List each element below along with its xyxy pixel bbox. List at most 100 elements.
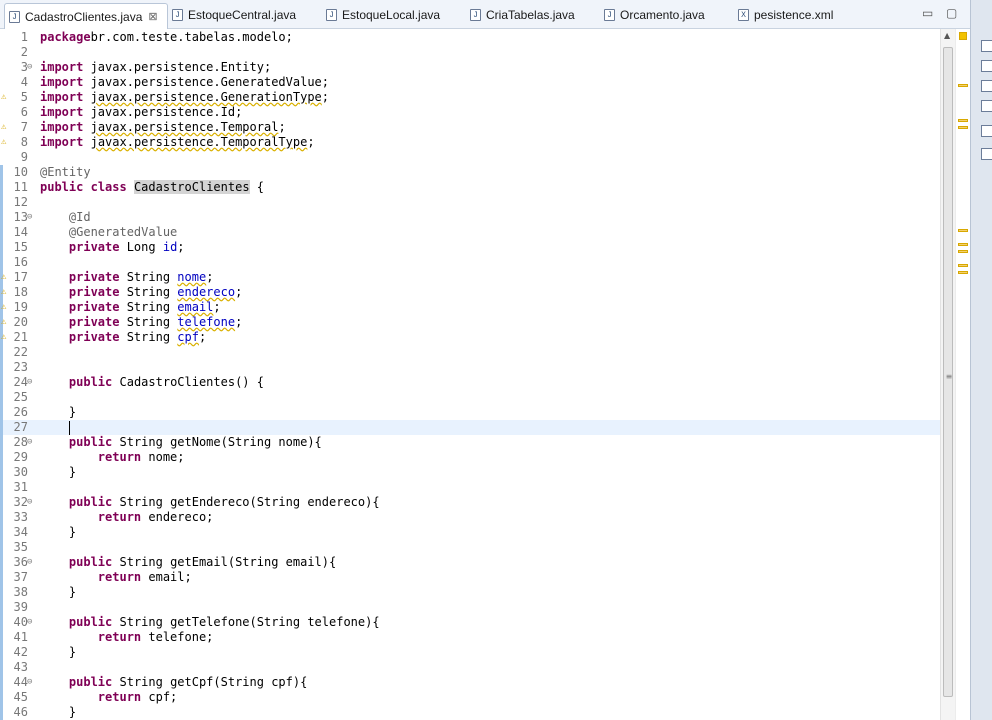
code-line[interactable]: ⚠ 8 import javax.persistence.TemporalType; bbox=[0, 135, 940, 150]
line-number: 33 bbox=[13, 510, 28, 524]
code-line[interactable]: 40 ⊖ public String getTelefone(String tel… bbox=[0, 615, 940, 630]
code-line[interactable]: 24 ⊖ public CadastroClientes() { bbox=[0, 375, 940, 390]
code-line[interactable]: 43 bbox=[0, 660, 940, 675]
fold-toggle-icon[interactable]: ⊖ bbox=[27, 495, 32, 510]
code-line[interactable]: 13 ⊖ @Id bbox=[0, 210, 940, 225]
code-text: packagebr.com.teste.tabelas.modelo; bbox=[40, 30, 293, 45]
code-line[interactable]: 46 } bbox=[0, 705, 940, 720]
code-text: @Entity bbox=[40, 165, 91, 180]
fold-toggle-icon[interactable]: ⊖ bbox=[27, 60, 32, 75]
tab-criatabelas-java[interactable]: J CriaTabelas.java bbox=[466, 3, 590, 27]
task-list-icon[interactable] bbox=[981, 80, 992, 92]
code-token: import bbox=[40, 75, 84, 89]
code-editor[interactable]: 1 packagebr.com.teste.tabelas.modelo; 2 3 ⊖ i… bbox=[0, 29, 955, 720]
tab-pesistence-xml[interactable]: Xpesistence.xml bbox=[734, 3, 848, 27]
fold-toggle-icon[interactable]: ⊖ bbox=[27, 675, 32, 690]
code-line[interactable]: ⚠ 5 import javax.persistence.GenerationTyp… bbox=[0, 90, 940, 105]
code-line[interactable]: 37 return email; bbox=[0, 570, 940, 585]
tab-label: EstoqueLocal.java bbox=[342, 8, 441, 22]
fold-toggle-icon[interactable]: ⊖ bbox=[27, 435, 32, 450]
code-line[interactable]: ⚠ 19 private String email; bbox=[0, 300, 940, 315]
warning-marker[interactable] bbox=[958, 243, 968, 246]
code-line[interactable]: ⚠ 18 private String endereco; bbox=[0, 285, 940, 300]
ant-view-icon[interactable] bbox=[981, 100, 992, 112]
code-line[interactable]: 31 bbox=[0, 480, 940, 495]
code-line[interactable]: 15 private Long id; bbox=[0, 240, 940, 255]
code-line[interactable]: 4 import javax.persistence.GeneratedValue… bbox=[0, 75, 940, 90]
code-line[interactable]: 33 return endereco; bbox=[0, 510, 940, 525]
warning-marker[interactable] bbox=[958, 229, 968, 232]
code-line[interactable]: 28 ⊖ public String getNome(String nome){ bbox=[0, 435, 940, 450]
warning-marker[interactable] bbox=[958, 84, 968, 87]
code-token: Long bbox=[119, 240, 163, 254]
code-line[interactable]: 6 import javax.persistence.Id; bbox=[0, 105, 940, 120]
hierarchy-view-icon[interactable] bbox=[981, 60, 992, 72]
code-text: private String email; bbox=[40, 300, 221, 315]
code-token: ; bbox=[177, 240, 185, 254]
vertical-scrollbar[interactable]: ▲ ≡ bbox=[940, 29, 956, 720]
code-line[interactable]: 32 ⊖ public String getEndereco(String end… bbox=[0, 495, 940, 510]
code-line[interactable]: 27 bbox=[0, 420, 940, 435]
code-line[interactable]: 9 bbox=[0, 150, 940, 165]
code-token: public bbox=[68, 495, 113, 509]
java-file-icon: J bbox=[9, 10, 20, 23]
fold-toggle-icon[interactable]: ⊖ bbox=[27, 210, 32, 225]
code-line[interactable]: 39 bbox=[0, 600, 940, 615]
fold-toggle-icon[interactable]: ⊖ bbox=[27, 375, 32, 390]
code-line[interactable]: 42 } bbox=[0, 645, 940, 660]
code-line[interactable]: 23 bbox=[0, 360, 940, 375]
code-line[interactable]: ⚠ 20 private String telefone; bbox=[0, 315, 940, 330]
code-text: } bbox=[40, 465, 76, 480]
code-line[interactable]: ⚠ 17 private String nome; bbox=[0, 270, 940, 285]
warning-marker[interactable] bbox=[958, 271, 968, 274]
code-line[interactable]: 30 } bbox=[0, 465, 940, 480]
scrollbar-thumb[interactable]: ≡ bbox=[943, 47, 953, 697]
tab-estoquelocal-java[interactable]: J EstoqueLocal.java bbox=[322, 3, 456, 27]
code-line[interactable]: 2 bbox=[0, 45, 940, 60]
code-line[interactable]: 35 bbox=[0, 540, 940, 555]
code-line[interactable]: 3 ⊖ import javax.persistence.Entity; bbox=[0, 60, 940, 75]
code-token: javax.persistence.GenerationType bbox=[90, 90, 322, 104]
code-line[interactable]: 12 bbox=[0, 195, 940, 210]
line-number: 44 bbox=[13, 675, 28, 689]
tab-orcamento-java[interactable]: J Orcamento.java bbox=[600, 3, 724, 27]
code-line[interactable]: ⚠ 21 private String cpf; bbox=[0, 330, 940, 345]
warning-marker[interactable] bbox=[958, 119, 968, 122]
tab-estoquecentral-java[interactable]: J EstoqueCentral.java bbox=[168, 3, 312, 27]
console-view-icon[interactable] bbox=[981, 125, 992, 137]
code-token: { bbox=[249, 180, 264, 194]
code-line[interactable]: 34 } bbox=[0, 525, 940, 540]
warning-summary-icon[interactable] bbox=[959, 32, 967, 40]
code-line[interactable]: 45 return cpf; bbox=[0, 690, 940, 705]
code-line[interactable]: 22 bbox=[0, 345, 940, 360]
tab-cadastroclientes-java[interactable]: J CadastroClientes.java ⊠ bbox=[4, 3, 168, 29]
minimize-button[interactable]: ▭ bbox=[922, 6, 933, 20]
code-line[interactable]: 10 @Entity bbox=[0, 165, 940, 180]
code-line[interactable]: 25 bbox=[0, 390, 940, 405]
warning-marker[interactable] bbox=[958, 250, 968, 253]
fold-toggle-icon[interactable]: ⊖ bbox=[27, 615, 32, 630]
code-line[interactable]: 14 @GeneratedValue bbox=[0, 225, 940, 240]
code-line[interactable]: 26 } bbox=[0, 405, 940, 420]
code-line[interactable]: 41 return telefone; bbox=[0, 630, 940, 645]
fold-toggle-icon[interactable]: ⊖ bbox=[27, 555, 32, 570]
code-line[interactable]: ⚠ 7 import javax.persistence.Temporal; bbox=[0, 120, 940, 135]
code-line[interactable]: 38 } bbox=[0, 585, 940, 600]
problems-view-icon[interactable] bbox=[981, 148, 992, 160]
overview-ruler[interactable] bbox=[955, 29, 971, 720]
warning-marker[interactable] bbox=[958, 264, 968, 267]
outline-view-icon[interactable] bbox=[981, 40, 992, 52]
warning-marker[interactable] bbox=[958, 126, 968, 129]
code-token: String getNome(String nome){ bbox=[112, 435, 322, 449]
scroll-up-arrow-icon[interactable]: ▲ bbox=[944, 31, 950, 40]
code-line[interactable]: 44 ⊖ public String getCpf(String cpf){ bbox=[0, 675, 940, 690]
code-line[interactable]: 16 bbox=[0, 255, 940, 270]
code-line[interactable]: 29 return nome; bbox=[0, 450, 940, 465]
close-tab-icon[interactable]: ⊠ bbox=[148, 10, 157, 23]
code-line[interactable]: 1 packagebr.com.teste.tabelas.modelo; bbox=[0, 30, 940, 45]
maximize-button[interactable]: ▢ bbox=[946, 6, 957, 20]
line-number: 41 bbox=[13, 630, 28, 644]
code-line[interactable]: 11 public class CadastroClientes { bbox=[0, 180, 940, 195]
code-line[interactable]: 36 ⊖ public String getEmail(String email)… bbox=[0, 555, 940, 570]
